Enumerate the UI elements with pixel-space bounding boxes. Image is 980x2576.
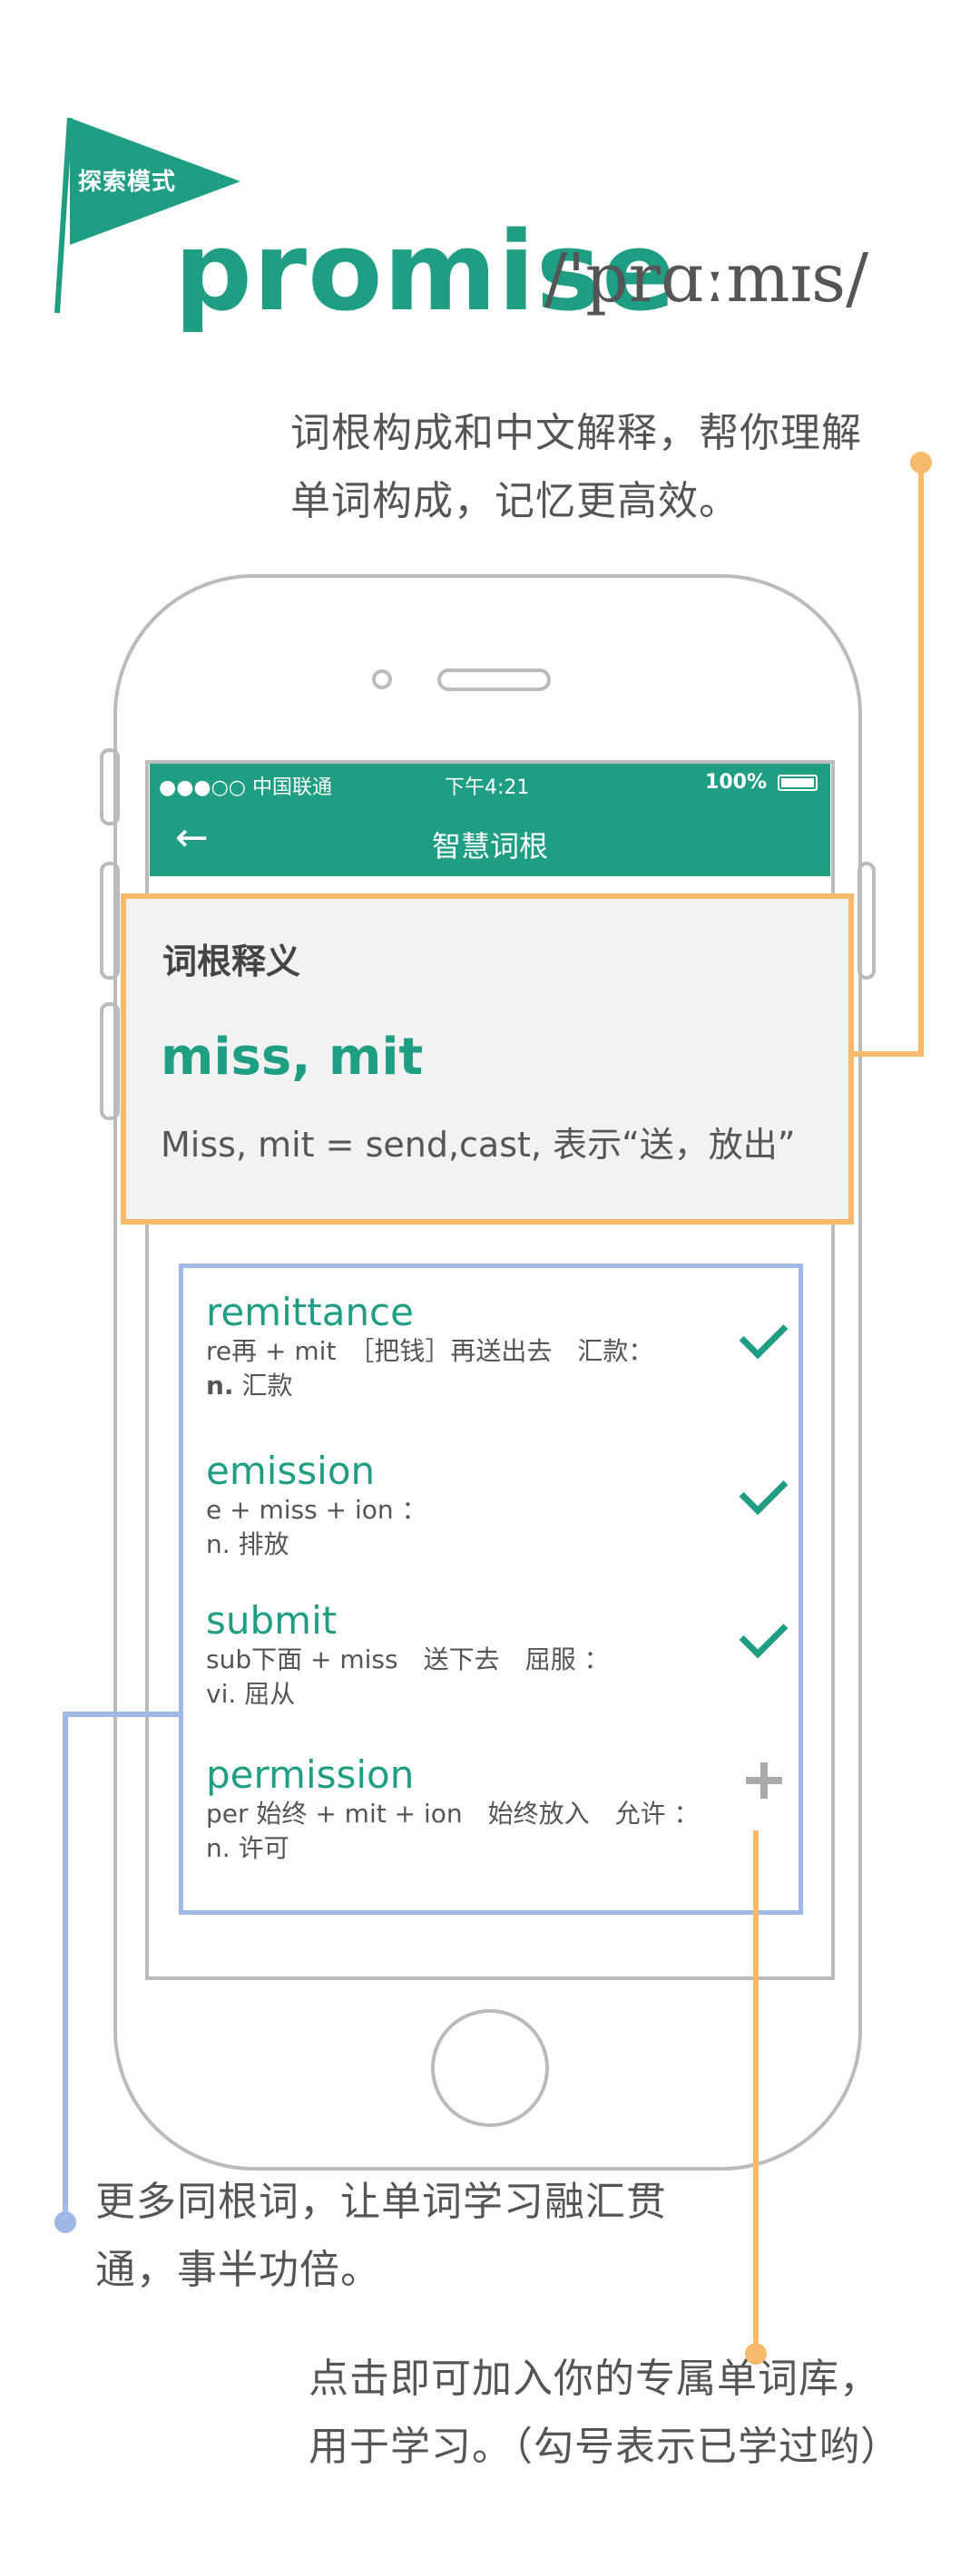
status-bar: ●●●○○ 中国联通 下午4:21 100% (150, 764, 830, 804)
list-item[interactable]: remittance re再 + mit ［把钱］再送出去 汇款： n. 汇款 (206, 1291, 769, 1403)
word-definition: n. 汇款 (206, 1371, 293, 1400)
nav-bar: ← 智慧词根 (150, 804, 830, 876)
root-definition-card: 词根释义 miss, mit Miss, mit = send,cast, 表示… (121, 893, 854, 1225)
front-camera (372, 669, 392, 689)
word-parts: re再 + mit ［把钱］再送出去 汇款： (206, 1336, 654, 1366)
word-definition: n. 排放 (206, 1529, 289, 1559)
earpiece-speaker (437, 668, 551, 691)
phonetic: /'prɑːmɪs/ (544, 239, 869, 317)
word-term: remittance (206, 1290, 414, 1334)
add-word-icon[interactable] (746, 1762, 782, 1799)
callout-dot-orange (910, 452, 932, 473)
related-words-list: remittance re再 + mit ［把钱］再送出去 汇款： n. 汇款 … (179, 1264, 803, 1915)
list-item[interactable]: submit sub下面 + miss 送下去 屈服 ： vi. 屈从 (206, 1599, 769, 1712)
page-title: 智慧词根 (431, 829, 548, 864)
word-parts: per 始终 + mit + ion 始终放入 允许 ： (206, 1799, 700, 1829)
root-name: miss, mit (161, 1028, 424, 1087)
list-item[interactable]: permission per 始终 + mit + ion 始终放入 允许 ： … (206, 1753, 769, 1866)
list-item[interactable]: emission e + miss + ion ： n. 排放 (206, 1449, 769, 1562)
carrier-signal: ●●●○○ 中国联通 (159, 776, 332, 799)
word-definition: n. 许可 (206, 1833, 289, 1863)
word-parts: sub下面 + miss 送下去 屈服 ： (206, 1644, 610, 1674)
word-definition: vi. 屈从 (206, 1679, 296, 1709)
word-term: permission (206, 1752, 415, 1797)
root-heading: 词根释义 (162, 942, 301, 981)
battery-icon (778, 775, 818, 791)
mode-label: 探索模式 (78, 169, 177, 196)
root-definition: Miss, mit = send,cast, 表示“送，放出” (161, 1125, 796, 1165)
word-term: emission (206, 1449, 376, 1493)
callout-add-to-wordbook: 点击即可加入你的专属单词库， 用于学习。（勾号表示已学过哟） (309, 2356, 901, 2470)
status-time: 下午4:21 (445, 776, 530, 799)
word-parts: e + miss + ion ： (206, 1495, 427, 1525)
battery-percent: 100% (705, 771, 767, 794)
word-term: submit (206, 1598, 338, 1643)
callout-dot-blue (54, 2211, 76, 2233)
home-button[interactable] (431, 2009, 549, 2127)
callout-root-explanation: 词根构成和中文解释，帮你理解 单词构成，记忆更高效。 (290, 410, 862, 524)
callout-related-words: 更多同根词，让单词学习融汇贯 通，事半功倍。 (95, 2179, 667, 2293)
